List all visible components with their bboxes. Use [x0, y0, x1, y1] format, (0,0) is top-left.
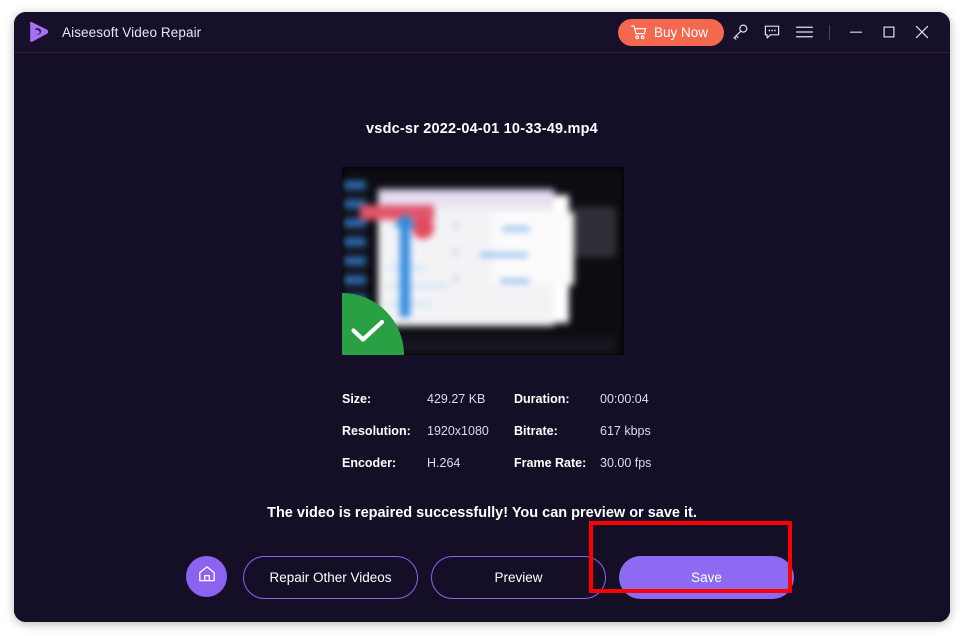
save-button[interactable]: Save	[619, 556, 794, 599]
repair-other-videos-button[interactable]: Repair Other Videos	[243, 556, 418, 599]
info-value-framerate: 30.00 fps	[600, 456, 652, 470]
screen-root: Aiseesoft Video Repair Buy Now vsdc-sr 2…	[0, 0, 966, 636]
info-row: Resolution: 1920x1080 Bitrate: 617 kbps	[342, 415, 672, 447]
info-value-encoder: H.264	[427, 456, 461, 470]
preview-button[interactable]: Preview	[431, 556, 606, 599]
video-info-table: Size: 429.27 KB Duration: 00:00:04 Resol…	[342, 383, 672, 479]
title-bar: Aiseesoft Video Repair Buy Now	[14, 12, 950, 53]
content-area: vsdc-sr 2022-04-01 10-33-49.mp4 Size: 42…	[14, 53, 950, 622]
info-value-bitrate: 617 kbps	[600, 424, 651, 438]
maximize-icon[interactable]	[872, 12, 905, 52]
action-button-row: Repair Other Videos Preview Save	[14, 556, 950, 604]
info-label-framerate: Frame Rate:	[514, 456, 587, 470]
video-thumbnail[interactable]	[342, 167, 624, 355]
app-title: Aiseesoft Video Repair	[62, 24, 202, 40]
home-icon	[197, 564, 217, 589]
buy-now-label: Buy Now	[653, 24, 708, 40]
info-value-resolution: 1920x1080	[427, 424, 489, 438]
title-bar-left: Aiseesoft Video Repair	[26, 12, 201, 52]
info-row: Size: 429.27 KB Duration: 00:00:04	[342, 383, 672, 415]
title-bar-right: Buy Now	[617, 12, 938, 52]
key-icon[interactable]	[724, 12, 756, 52]
success-message: The video is repaired successfully! You …	[267, 505, 697, 521]
info-label-resolution: Resolution:	[342, 424, 411, 438]
app-window: Aiseesoft Video Repair Buy Now vsdc-sr 2…	[14, 12, 950, 622]
info-value-size: 429.27 KB	[427, 392, 486, 406]
minimize-icon[interactable]	[839, 12, 872, 52]
info-row: Encoder: H.264 Frame Rate: 30.00 fps	[342, 447, 672, 479]
aiseesoft-play-logo-icon	[26, 20, 51, 45]
hamburger-menu-icon[interactable]	[788, 12, 820, 52]
info-label-size: Size:	[342, 392, 372, 406]
titlebar-divider	[829, 24, 830, 40]
shopping-cart-icon	[631, 25, 647, 40]
home-button[interactable]	[186, 556, 227, 597]
file-name-title: vsdc-sr 2022-04-01 10-33-49.mp4	[366, 121, 598, 137]
chat-bubble-icon[interactable]	[756, 12, 788, 52]
info-label-bitrate: Bitrate:	[514, 424, 558, 438]
info-label-encoder: Encoder:	[342, 456, 397, 470]
info-value-duration: 00:00:04	[600, 392, 649, 406]
info-label-duration: Duration:	[514, 392, 570, 406]
buy-now-button[interactable]: Buy Now	[617, 18, 724, 46]
close-icon[interactable]	[905, 12, 938, 52]
